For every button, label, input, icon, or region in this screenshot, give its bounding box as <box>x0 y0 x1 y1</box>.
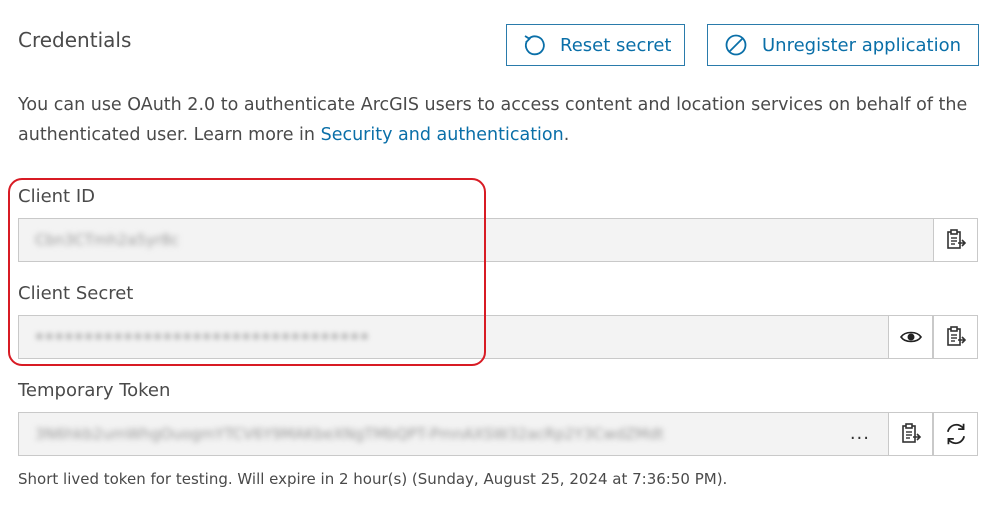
prohibited-icon <box>725 34 747 56</box>
clipboard-copy-icon <box>946 326 966 346</box>
security-authentication-link[interactable]: Security and authentication <box>321 125 564 145</box>
clipboard-copy-icon <box>946 229 966 249</box>
refresh-icon <box>946 423 965 445</box>
client-id-copy-button[interactable] <box>933 218 978 262</box>
eye-icon <box>899 331 922 343</box>
temporary-token-copy-button[interactable] <box>888 412 933 456</box>
temporary-token-field[interactable]: 3N6hkb2umWhgOuogmYTCV6Y9MAKbeXNgTMbQPT-P… <box>18 412 889 456</box>
description-trailing: . <box>563 125 570 145</box>
section-title: Credentials <box>18 28 132 52</box>
reset-icon <box>524 35 545 56</box>
client-secret-show-button[interactable] <box>888 315 933 359</box>
reset-secret-label: Reset secret <box>560 34 672 56</box>
description: You can use OAuth 2.0 to authenticate Ar… <box>18 90 988 150</box>
token-ellipsis: ... <box>849 423 870 444</box>
token-expiry-note: Short lived token for testing. Will expi… <box>18 470 728 488</box>
unregister-application-label: Unregister application <box>762 34 962 56</box>
temporary-token-label: Temporary Token <box>18 380 171 401</box>
annotation-highlight <box>8 178 486 366</box>
temporary-token-value: 3N6hkb2umWhgOuogmYTCV6Y9MAKbeXNgTMbQPT-P… <box>35 425 664 443</box>
client-secret-copy-button[interactable] <box>933 315 978 359</box>
temporary-token-refresh-button[interactable] <box>933 412 978 456</box>
reset-secret-button[interactable]: Reset secret <box>506 24 685 66</box>
clipboard-copy-icon <box>901 423 921 443</box>
unregister-application-button[interactable]: Unregister application <box>707 24 979 66</box>
